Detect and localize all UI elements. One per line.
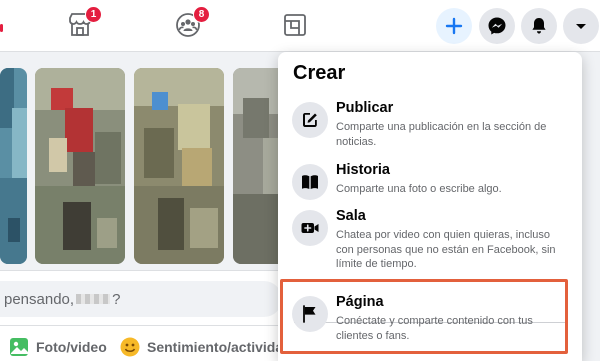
menu-icon-wrapper [292,210,328,246]
messenger-icon [488,17,506,35]
composer-input[interactable]: pensando, ? [0,281,282,317]
nav-groups[interactable]: 8 [172,6,210,40]
create-button[interactable] [436,8,472,44]
menu-item-description: Comparte una foto o escribe algo. [336,183,502,195]
photo-video-label: Foto/video [36,339,107,355]
menu-item-description: Chatea por video con quien quieras, incl… [336,229,556,270]
menu-icon-wrapper [292,102,328,138]
stories-strip [0,68,290,264]
menu-item-sala[interactable]: Sala Chatea por video con quien quieras,… [286,208,574,276]
feeling-activity-button[interactable]: Sentimiento/actividad [119,336,292,358]
menu-item-description: Comparte una publicación en la sección d… [336,121,547,148]
top-navigation-bar: 1 8 [0,0,600,52]
plus-icon [445,17,463,35]
bell-icon [532,18,546,34]
story-card[interactable] [35,68,125,264]
menu-item-label: Historia [336,162,390,178]
blurred-user-name [76,294,111,304]
dropdown-title: Crear [293,62,346,84]
composer-placeholder-start: pensando, [4,290,75,308]
messenger-button[interactable] [479,8,515,44]
menu-item-historia[interactable]: Historia Comparte una foto o escribe alg… [286,162,574,206]
notifications-button[interactable] [521,8,557,44]
photo-video-button[interactable]: Foto/video [8,336,107,358]
story-card[interactable] [0,68,27,264]
book-icon [302,175,318,189]
highlight-annotation [280,279,568,354]
video-plus-icon [301,223,319,233]
marketplace-badge: 1 [85,6,102,23]
compose-icon [303,113,317,127]
nav-edge-indicator [0,24,3,32]
feeling-activity-label: Sentimiento/actividad [147,339,292,355]
menu-item-label: Publicar [336,100,394,116]
menu-icon-wrapper [292,164,328,200]
menu-item-publicar[interactable]: Publicar Comparte una publicación en la … [286,100,574,156]
caret-down-icon [576,24,586,29]
photo-icon [10,338,28,356]
nav-marketplace[interactable]: 1 [64,6,102,40]
nav-gaming[interactable] [279,10,311,40]
gaming-icon [284,14,306,36]
groups-badge: 8 [193,6,210,23]
story-card[interactable] [134,68,224,264]
composer-placeholder-end: ? [112,290,121,308]
feeling-icon [120,337,140,357]
composer-divider [0,325,282,326]
menu-item-label: Sala [336,208,366,224]
account-menu-button[interactable] [563,8,599,44]
